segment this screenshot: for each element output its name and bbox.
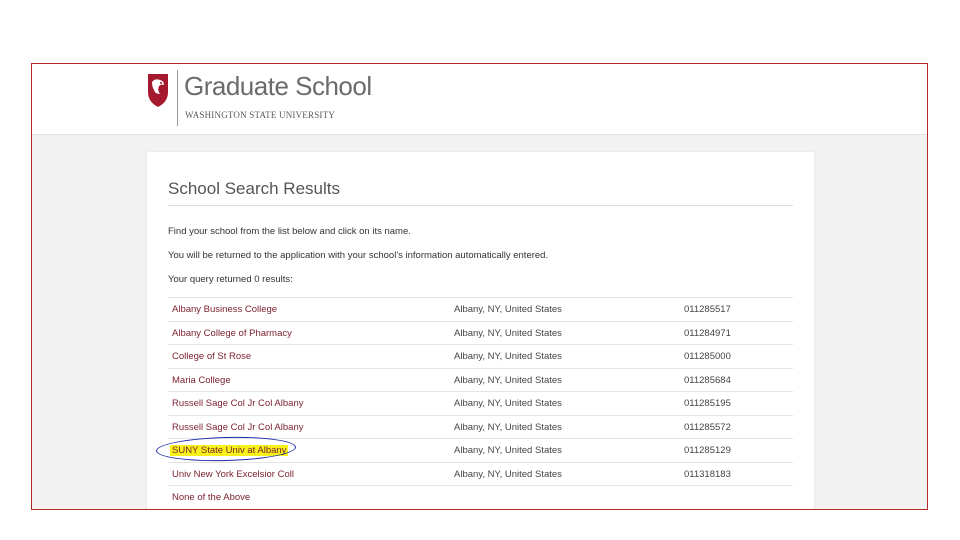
university-name: WASHINGTON STATE UNIVERSITY (185, 110, 336, 120)
school-link[interactable]: Russell Sage Col Jr Col Albany (172, 422, 303, 433)
school-link[interactable]: Albany Business College (172, 304, 277, 315)
school-location: Albany, NY, United States (454, 304, 562, 315)
school-location: Albany, NY, United States (454, 398, 562, 409)
table-row: Russell Sage Col Jr Col Albany Albany, N… (168, 414, 793, 439)
school-link[interactable]: College of St Rose (172, 351, 251, 362)
school-code: 011318183 (684, 468, 731, 480)
school-code: 011285000 (684, 351, 731, 362)
school-location: Albany, NY, United States (454, 351, 562, 362)
table-row: College of St Rose Albany, NY, United St… (168, 344, 793, 368)
screenshot-frame: Graduate School WASHINGTON STATE UNIVERS… (31, 63, 928, 510)
table-row-none: None of the Above (168, 485, 793, 509)
school-link[interactable]: Univ New York Excelsior Coll (172, 469, 294, 480)
school-code: 011285195 (684, 398, 731, 409)
school-location: Albany, NY, United States (454, 445, 562, 456)
table-row: Univ New York Excelsior Coll Albany, NY,… (168, 461, 793, 486)
site-title[interactable]: Graduate School (184, 71, 372, 102)
search-results-card: School Search Results Find your school f… (146, 151, 815, 509)
none-of-the-above-link[interactable]: None of the Above (172, 492, 250, 503)
instruction-text: Find your school from the list below and… (168, 226, 411, 237)
school-location: Albany, NY, United States (454, 421, 562, 433)
site-header: Graduate School WASHINGTON STATE UNIVERS… (32, 64, 927, 135)
return-note-text: You will be returned to the application … (168, 250, 549, 261)
school-code: 011285572 (684, 421, 731, 433)
result-count-text: Your query returned 0 results: (168, 274, 293, 285)
school-link[interactable]: Albany College of Pharmacy (172, 328, 292, 339)
table-row: Albany College of Pharmacy Albany, NY, U… (168, 320, 793, 345)
school-link[interactable]: Russell Sage Col Jr Col Albany (172, 398, 303, 409)
school-code: 011285517 (684, 304, 731, 315)
school-code: 011284971 (684, 327, 731, 339)
school-location: Albany, NY, United States (454, 468, 562, 480)
school-location: Albany, NY, United States (454, 374, 562, 386)
school-link[interactable]: Maria College (172, 375, 231, 386)
school-location: Albany, NY, United States (454, 327, 562, 339)
annotation-circle (155, 435, 297, 463)
table-row-highlighted: SUNY State Univ at Albany Albany, NY, Un… (155, 435, 793, 463)
wsu-cougar-shield-icon[interactable] (146, 72, 170, 108)
results-table: Albany Business College Albany, NY, Unit… (155, 297, 793, 509)
table-row: Maria College Albany, NY, United States … (168, 367, 793, 392)
page-title: School Search Results (168, 179, 340, 198)
school-code: 011285684 (684, 374, 731, 386)
table-row: Albany Business College Albany, NY, Unit… (168, 297, 793, 321)
logo-divider (177, 70, 178, 126)
title-divider (168, 205, 793, 206)
table-row: Russell Sage Col Jr Col Albany Albany, N… (168, 391, 793, 415)
school-code: 011285129 (684, 445, 731, 456)
